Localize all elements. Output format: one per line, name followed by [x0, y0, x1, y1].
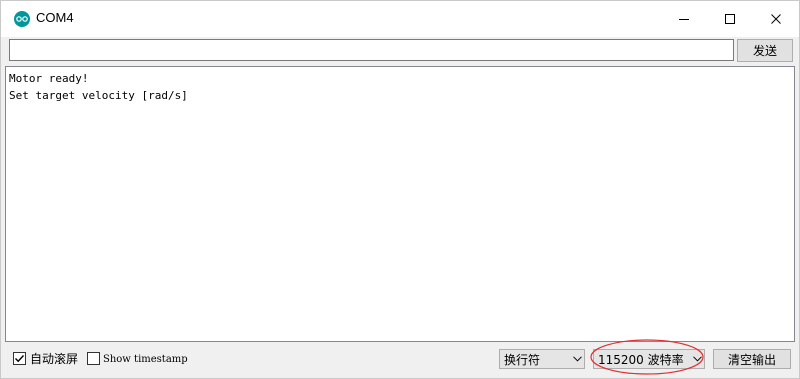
maximize-icon	[725, 14, 735, 24]
maximize-button[interactable]	[707, 1, 753, 37]
output-line: Set target velocity [rad/s]	[9, 89, 188, 102]
bottom-bar: 自动滚屏 Show timestamp 换行符 115200 波特率 清空输出	[1, 345, 799, 375]
timestamp-checkbox[interactable]	[87, 352, 100, 365]
close-icon	[771, 14, 781, 24]
serial-monitor-window: COM4 发送 Motor ready! Set target velocity…	[0, 0, 800, 379]
serial-output-area[interactable]: Motor ready! Set target velocity [rad/s]	[5, 66, 795, 342]
send-input[interactable]	[9, 39, 734, 61]
baud-rate-value: 115200 波特率	[598, 352, 684, 367]
line-ending-value: 换行符	[504, 352, 541, 367]
chevron-down-icon	[570, 349, 584, 369]
title-bar[interactable]: COM4	[1, 1, 799, 37]
autoscroll-checkbox[interactable]	[13, 352, 26, 365]
close-button[interactable]	[753, 1, 799, 37]
timestamp-label[interactable]: Show timestamp	[103, 353, 188, 367]
send-button[interactable]: 发送	[737, 39, 793, 62]
baud-rate-select[interactable]: 115200 波特率	[593, 349, 705, 369]
window-title: COM4	[36, 10, 74, 25]
autoscroll-label[interactable]: 自动滚屏	[30, 352, 78, 366]
chevron-down-icon	[690, 349, 704, 369]
checkmark-icon	[15, 355, 25, 363]
line-ending-select[interactable]: 换行符	[499, 349, 585, 369]
output-line: Motor ready!	[9, 72, 89, 85]
arduino-icon	[14, 11, 30, 27]
clear-output-button[interactable]: 清空输出	[713, 349, 791, 369]
minimize-button[interactable]	[661, 1, 707, 37]
minimize-icon	[679, 19, 689, 20]
